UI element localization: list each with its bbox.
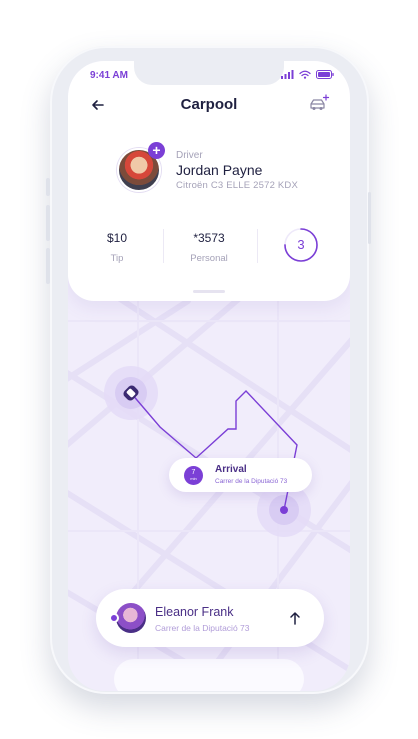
driver-car: Citroën C3 ELLE 2572 KDX	[176, 180, 299, 191]
eta-badge: 7 min	[184, 466, 203, 485]
phone-button	[46, 178, 50, 196]
phone-button	[46, 248, 50, 284]
stat-label: Personal	[190, 253, 228, 264]
drag-handle[interactable]	[193, 290, 225, 293]
plus-icon[interactable]: +	[148, 142, 165, 159]
driver-card: Carpool + Driver Jordan Payne Citroën C3…	[68, 61, 350, 301]
stat-value: *3573	[193, 231, 225, 245]
divider	[257, 229, 258, 263]
passenger-card[interactable]: Eleanor Frank Carrer de la Diputació 73	[96, 589, 324, 647]
car-plus-icon[interactable]	[308, 94, 330, 114]
passenger-address: Carrer de la Diputació 73	[155, 623, 250, 633]
destination-marker	[280, 506, 288, 514]
phone-button	[46, 205, 50, 241]
phone-button	[368, 192, 371, 244]
status-icons	[281, 70, 334, 79]
wifi-icon	[299, 70, 311, 79]
stat-tip: $10 Tip	[94, 231, 140, 264]
passenger-counter[interactable]: 3	[283, 227, 319, 263]
screen: Carpool + Driver Jordan Payne Citroën C3…	[68, 61, 350, 691]
driver-role: Driver	[176, 150, 203, 161]
arrival-title: Arrival	[215, 464, 247, 475]
status-dot	[109, 613, 119, 623]
arrow-up-icon[interactable]	[289, 611, 301, 625]
status-time: 9:41 AM	[90, 70, 128, 81]
passenger-avatar	[116, 603, 146, 633]
stat-value: $10	[106, 231, 128, 245]
eta-unit: min	[190, 476, 197, 481]
next-card-peek	[114, 659, 304, 691]
signal-icon	[281, 70, 294, 79]
divider	[163, 229, 164, 263]
counter-value: 3	[297, 237, 305, 252]
battery-icon	[316, 70, 334, 79]
stat-label: Tip	[110, 253, 124, 264]
stat-personal: *3573 Personal	[183, 231, 235, 264]
arrival-address: Carrer de la Diputació 73	[215, 478, 288, 485]
driver-name: Jordan Payne	[176, 162, 263, 178]
eta-minutes: 7	[191, 469, 196, 476]
passenger-name: Eleanor Frank	[155, 605, 234, 619]
status-bar: 9:41 AM	[68, 61, 350, 87]
